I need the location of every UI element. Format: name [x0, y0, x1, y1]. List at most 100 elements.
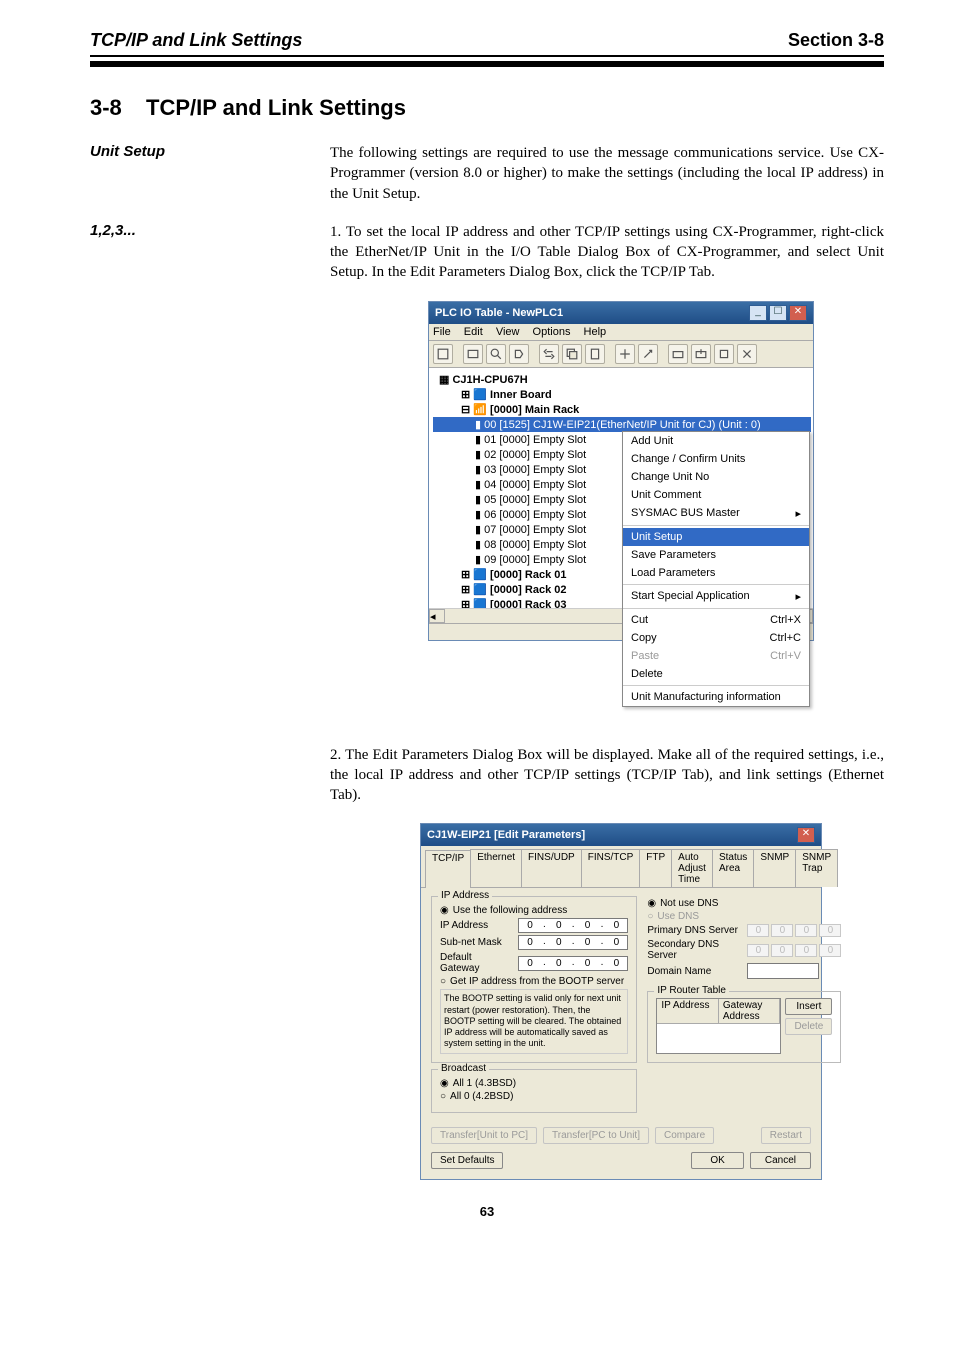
broadcast-title: Broadcast — [438, 1063, 489, 1074]
side-label: Unit Setup — [90, 143, 230, 160]
primary-dns-input: 0000 — [747, 924, 841, 937]
tree-cpu[interactable]: ▦ CJ1H-CPU67H — [433, 372, 811, 387]
edit-parameters-dialog: CJ1W-EIP21 [Edit Parameters] ✕ TCP/IP Et… — [420, 823, 822, 1179]
ctx-sysmac-bus[interactable]: SYSMAC BUS Master▸ — [623, 504, 809, 523]
restart-button: Restart — [761, 1127, 811, 1144]
dialog-close-button[interactable]: ✕ — [797, 827, 815, 843]
tree-main-rack[interactable]: ⊟ 📶 [0000] Main Rack — [433, 402, 811, 417]
intro-paragraph: The following settings are required to u… — [330, 143, 884, 204]
dns-group: ◉Not use DNS ○Use DNS Primary DNS Server… — [647, 898, 841, 985]
ctx-cut[interactable]: CutCtrl+X — [623, 611, 809, 629]
page-number: 63 — [90, 1204, 884, 1219]
insert-button[interactable]: Insert — [785, 998, 832, 1015]
ctx-change-unit-no[interactable]: Change Unit No — [623, 468, 809, 486]
transfer-pc-to-unit-button: Transfer[PC to Unit] — [543, 1127, 649, 1144]
maximize-button[interactable]: ☐ — [769, 305, 787, 321]
compare-button: Compare — [655, 1127, 714, 1144]
radio-all0[interactable]: ○ — [440, 1091, 446, 1102]
primary-dns-label: Primary DNS Server — [647, 925, 741, 936]
ctx-unit-mfg-info[interactable]: Unit Manufacturing information — [623, 688, 809, 706]
step-marker: 1,2,3... — [90, 222, 230, 239]
radio-bootp[interactable]: ○ — [440, 976, 446, 987]
ctx-delete[interactable]: Delete — [623, 665, 809, 683]
ip-address-input[interactable]: ... — [518, 918, 628, 933]
ctx-save-params[interactable]: Save Parameters — [623, 546, 809, 564]
section-title: 3-8TCP/IP and Link Settings — [90, 95, 884, 121]
toolbar-button[interactable] — [585, 344, 605, 364]
tab-finstcp[interactable]: FINS/TCP — [581, 849, 641, 887]
bootp-label: Get IP address from the BOOTP server — [450, 976, 624, 987]
ctx-copy[interactable]: CopyCtrl+C — [623, 629, 809, 647]
toolbar-button[interactable] — [638, 344, 658, 364]
radio-no-dns[interactable]: ◉ — [647, 898, 656, 909]
use-dns-label: Use DNS — [657, 911, 699, 922]
ctx-separator — [623, 584, 809, 585]
toolbar-button[interactable] — [668, 344, 688, 364]
context-menu: Add Unit Change / Confirm Units Change U… — [622, 431, 810, 707]
domain-input[interactable] — [747, 963, 819, 979]
ctx-separator — [623, 608, 809, 609]
tab-snmptrap[interactable]: SNMP Trap — [795, 849, 838, 887]
broadcast-group: Broadcast ◉All 1 (4.3BSD) ○All 0 (4.2BSD… — [431, 1069, 637, 1113]
radio-use-address[interactable]: ◉ — [440, 905, 449, 916]
tree-selected-unit[interactable]: ▮ 00 [1525] CJ1W-EIP21(EtherNet/IP Unit … — [433, 417, 811, 432]
header-left: TCP/IP and Link Settings — [90, 30, 302, 51]
set-defaults-button[interactable]: Set Defaults — [431, 1152, 503, 1169]
subnet-input[interactable]: ... — [518, 935, 628, 950]
router-table-group: IP Router Table IP AddressGateway Addres… — [647, 991, 841, 1063]
bootp-note: The BOOTP setting is valid only for next… — [440, 989, 628, 1053]
tab-ethernet[interactable]: Ethernet — [470, 849, 522, 887]
tab-finsudp[interactable]: FINS/UDP — [521, 849, 582, 887]
toolbar-button[interactable] — [714, 344, 734, 364]
toolbar-button[interactable] — [691, 344, 711, 364]
radio-all1[interactable]: ◉ — [440, 1078, 449, 1089]
delete-button: Delete — [785, 1018, 832, 1035]
ctx-unit-comment[interactable]: Unit Comment — [623, 486, 809, 504]
ctx-change-confirm[interactable]: Change / Confirm Units — [623, 450, 809, 468]
ok-button[interactable]: OK — [691, 1152, 743, 1169]
toolbar-button[interactable] — [433, 344, 453, 364]
minimize-button[interactable]: _ — [749, 305, 767, 321]
close-button[interactable]: ✕ — [789, 305, 807, 321]
ctx-paste: PasteCtrl+V — [623, 647, 809, 665]
step1-text: 1. To set the local IP address and other… — [330, 222, 884, 283]
ctx-start-special[interactable]: Start Special Application▸ — [623, 587, 809, 606]
toolbar-button[interactable] — [737, 344, 757, 364]
toolbar-button[interactable] — [615, 344, 635, 364]
ctx-unit-setup[interactable]: Unit Setup — [623, 528, 809, 546]
router-table[interactable]: IP AddressGateway Address — [656, 998, 781, 1054]
gateway-label: Default Gateway — [440, 952, 512, 974]
ip-group-title: IP Address — [438, 890, 492, 901]
section-name: TCP/IP and Link Settings — [146, 95, 406, 120]
cancel-button[interactable]: Cancel — [750, 1152, 811, 1169]
gateway-input[interactable]: ... — [518, 956, 628, 971]
toolbar-button[interactable] — [486, 344, 506, 364]
rt-col-ip: IP Address — [657, 999, 719, 1023]
dialog-title: CJ1W-EIP21 [Edit Parameters] — [427, 829, 585, 841]
tab-tcpip[interactable]: TCP/IP — [425, 850, 471, 888]
tab-autotime[interactable]: Auto Adjust Time — [671, 849, 713, 887]
menu-view[interactable]: View — [496, 326, 520, 338]
ctx-add-unit[interactable]: Add Unit — [623, 432, 809, 450]
menubar: File Edit View Options Help — [429, 324, 813, 341]
radio-use-dns[interactable]: ○ — [647, 911, 653, 922]
ctx-load-params[interactable]: Load Parameters — [623, 564, 809, 582]
tab-status[interactable]: Status Area — [712, 849, 754, 887]
menu-help[interactable]: Help — [584, 326, 607, 338]
router-title: IP Router Table — [654, 985, 729, 996]
all0-label: All 0 (4.2BSD) — [450, 1091, 513, 1102]
toolbar-button[interactable] — [539, 344, 559, 364]
tab-snmp[interactable]: SNMP — [753, 849, 796, 887]
menu-edit[interactable]: Edit — [464, 326, 483, 338]
toolbar-button[interactable] — [509, 344, 529, 364]
ctx-separator — [623, 525, 809, 526]
ip-address-group: IP Address ◉Use the following address IP… — [431, 896, 637, 1062]
domain-label: Domain Name — [647, 966, 741, 977]
menu-file[interactable]: File — [433, 326, 451, 338]
tree-inner-board[interactable]: ⊞ 🟦 Inner Board — [433, 387, 811, 402]
header-right: Section 3-8 — [788, 30, 884, 51]
toolbar-button[interactable] — [562, 344, 582, 364]
tab-ftp[interactable]: FTP — [639, 849, 672, 887]
toolbar-button[interactable] — [463, 344, 483, 364]
menu-options[interactable]: Options — [533, 326, 571, 338]
